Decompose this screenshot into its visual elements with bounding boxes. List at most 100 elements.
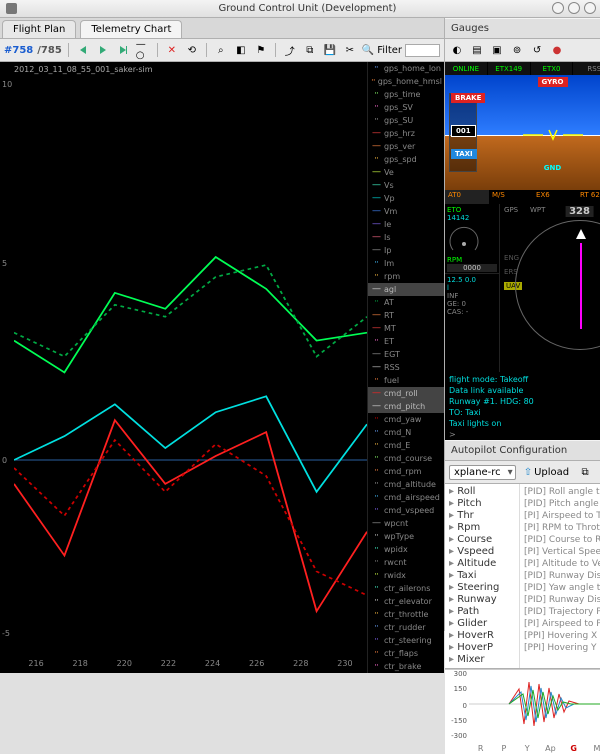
- legend-item[interactable]: ··rwidx: [368, 569, 444, 582]
- legend-item[interactable]: ··gps_SU: [368, 114, 444, 127]
- legend-item[interactable]: —Is: [368, 231, 444, 244]
- play-button[interactable]: [95, 42, 111, 58]
- legend-item[interactable]: ··gps_SV: [368, 101, 444, 114]
- tab-telemetry-chart[interactable]: Telemetry Chart: [80, 20, 182, 38]
- cut-button[interactable]: ✂: [342, 42, 358, 58]
- upload-button[interactable]: ⇧Upload: [520, 464, 573, 480]
- forward-button[interactable]: [115, 42, 131, 58]
- legend-item[interactable]: ··cmd_E: [368, 439, 444, 452]
- param-item[interactable]: Runway: [445, 594, 519, 606]
- legend-item[interactable]: ··ctr_rudder: [368, 621, 444, 634]
- autopilot-profile-select[interactable]: xplane-rc: [449, 465, 516, 480]
- legend-item[interactable]: ··cmd_N: [368, 426, 444, 439]
- delete-button[interactable]: ✕: [164, 42, 180, 58]
- window-close-button[interactable]: [584, 2, 596, 14]
- autopilot-mini-chart[interactable]: 3001500-150-300 RPYApGMPtCtr: [445, 669, 600, 754]
- legend-item[interactable]: —cmd_pitch: [368, 400, 444, 413]
- legend-item[interactable]: —EGT: [368, 348, 444, 361]
- tab-flight-plan[interactable]: Flight Plan: [2, 20, 76, 38]
- legend-item[interactable]: ··ctr_throttle: [368, 608, 444, 621]
- legend-item[interactable]: ··gps_time: [368, 88, 444, 101]
- param-item[interactable]: Taxi: [445, 570, 519, 582]
- legend-item[interactable]: ··AT: [368, 296, 444, 309]
- gauge-record-button[interactable]: ●: [549, 42, 565, 58]
- legend-item[interactable]: ··cmd_yaw: [368, 413, 444, 426]
- legend-item[interactable]: —Ie: [368, 218, 444, 231]
- legend-item[interactable]: ··gps_spd: [368, 153, 444, 166]
- param-item[interactable]: Glider: [445, 618, 519, 630]
- zoom-tool-button[interactable]: ⌕: [213, 42, 229, 58]
- param-item[interactable]: Altitude: [445, 558, 519, 570]
- copy-config-button[interactable]: ⧉: [577, 464, 593, 480]
- param-item[interactable]: Course: [445, 534, 519, 546]
- legend-item[interactable]: ··wpType: [368, 530, 444, 543]
- legend-item[interactable]: ··cmd_vspeed: [368, 504, 444, 517]
- gauge-btn-3[interactable]: ▣: [489, 42, 505, 58]
- mini-tab[interactable]: Ap: [539, 744, 562, 753]
- param-item[interactable]: Pitch: [445, 498, 519, 510]
- legend-item[interactable]: —agl: [368, 283, 444, 296]
- legend-item[interactable]: —MT: [368, 322, 444, 335]
- legend-item[interactable]: —RT: [368, 309, 444, 322]
- slider-button[interactable]: —○: [135, 42, 151, 58]
- legend-item[interactable]: ··wpidx: [368, 543, 444, 556]
- legend-item[interactable]: ··Im: [368, 257, 444, 270]
- legend-item[interactable]: —Ip: [368, 244, 444, 257]
- legend-item[interactable]: ··ET: [368, 335, 444, 348]
- gauge-btn-5[interactable]: ↺: [529, 42, 545, 58]
- legend-item[interactable]: —gps_hrz: [368, 127, 444, 140]
- legend-item[interactable]: ··rpm: [368, 270, 444, 283]
- mini-tab[interactable]: M: [585, 744, 600, 753]
- mark-button[interactable]: ◧: [233, 42, 249, 58]
- param-item[interactable]: Vspeed: [445, 546, 519, 558]
- window-minimize-button[interactable]: [552, 2, 564, 14]
- param-item[interactable]: Thr: [445, 510, 519, 522]
- param-item[interactable]: Path: [445, 606, 519, 618]
- legend-item[interactable]: ··gps_home_hmsl: [368, 75, 444, 88]
- mini-tab[interactable]: R: [469, 744, 492, 753]
- legend-item[interactable]: ··ctr_ailerons: [368, 582, 444, 595]
- legend-item[interactable]: —Vp: [368, 192, 444, 205]
- export-button[interactable]: ⤴: [282, 42, 298, 58]
- replay-total: /785: [37, 45, 62, 56]
- legend-item[interactable]: ··gps_home_lon: [368, 62, 444, 75]
- mini-tab[interactable]: P: [492, 744, 515, 753]
- legend-item[interactable]: ··fuel: [368, 374, 444, 387]
- legend-item[interactable]: ··ctr_steering: [368, 634, 444, 647]
- param-item[interactable]: Roll: [445, 486, 519, 498]
- param-item[interactable]: HoverP: [445, 642, 519, 654]
- rewind-button[interactable]: [75, 42, 91, 58]
- copy-button[interactable]: ⧉: [302, 42, 318, 58]
- gauge-btn-1[interactable]: ◐: [449, 42, 465, 58]
- save-button[interactable]: 💾: [322, 42, 338, 58]
- param-item[interactable]: Mixer: [445, 654, 519, 666]
- window-maximize-button[interactable]: [568, 2, 580, 14]
- flag-button[interactable]: ⚑: [253, 42, 269, 58]
- gauge-btn-4[interactable]: ⊚: [509, 42, 525, 58]
- telemetry-chart[interactable]: 2012_03_11_08_55_001_saker-sim 1050-5 21…: [0, 62, 367, 673]
- param-item[interactable]: Rpm: [445, 522, 519, 534]
- legend-item[interactable]: —Vm: [368, 205, 444, 218]
- legend-item[interactable]: ··cmd_course: [368, 452, 444, 465]
- legend-item[interactable]: —wpcnt: [368, 517, 444, 530]
- param-item[interactable]: Steering: [445, 582, 519, 594]
- legend-item[interactable]: —Ve: [368, 166, 444, 179]
- mini-tab[interactable]: G: [562, 744, 585, 753]
- legend-item[interactable]: ··ctr_elevator: [368, 595, 444, 608]
- gauge-btn-2[interactable]: ▤: [469, 42, 485, 58]
- legend-item[interactable]: ··cmd_altitude: [368, 478, 444, 491]
- filter-input[interactable]: [405, 44, 440, 57]
- legend-item[interactable]: —RSS: [368, 361, 444, 374]
- legend-item[interactable]: ··cmd_rpm: [368, 465, 444, 478]
- legend-item[interactable]: ··ctr_flaps: [368, 647, 444, 660]
- legend-item[interactable]: —Vs: [368, 179, 444, 192]
- zoom-reset-button[interactable]: ⟲: [184, 42, 200, 58]
- legend-item[interactable]: ··cmd_airspeed: [368, 491, 444, 504]
- legend-item[interactable]: ··rwcnt: [368, 556, 444, 569]
- legend-item[interactable]: —gps_ver: [368, 140, 444, 153]
- legend-item[interactable]: ··ctr_brake: [368, 660, 444, 673]
- legend-item[interactable]: —cmd_roll: [368, 387, 444, 400]
- autopilot-param-tree[interactable]: RollPitchThrRpmCourseVspeedAltitudeTaxiS…: [445, 484, 520, 668]
- mini-tab[interactable]: Y: [516, 744, 539, 753]
- param-item[interactable]: HoverR: [445, 630, 519, 642]
